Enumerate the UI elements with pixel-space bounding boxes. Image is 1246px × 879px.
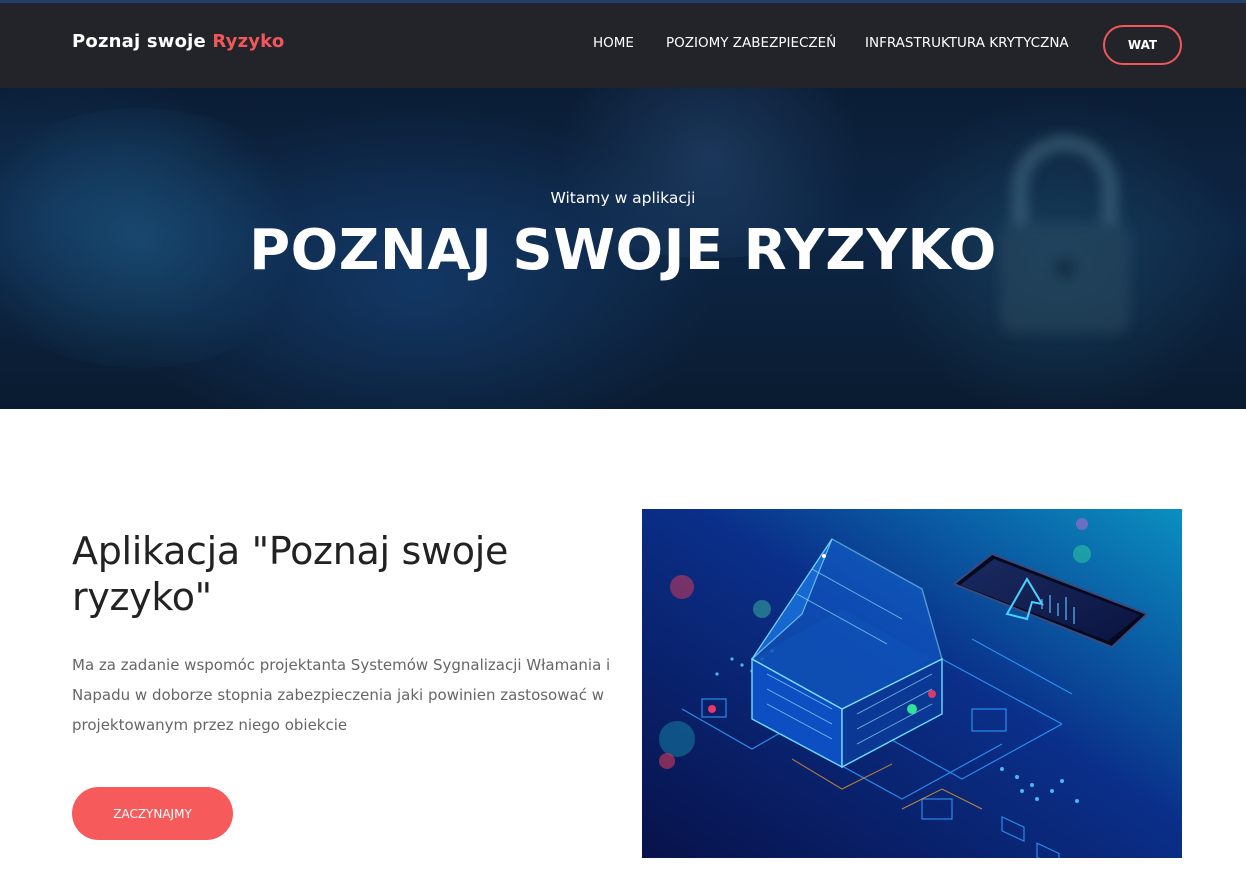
wat-button[interactable]: WAT: [1103, 25, 1182, 65]
hero-title: POZNAJ SWOJE RYZYKO: [249, 218, 997, 283]
navbar: Poznaj swoje Ryzyko HOME POZIOMY ZABEZPI…: [0, 3, 1246, 88]
nav-link-infrastruktura-krytyczna[interactable]: INFRASTRUKTURA KRYTYCZNA: [865, 35, 1069, 51]
brand-accent: Ryzyko: [212, 31, 285, 52]
bokeh-dot: [670, 575, 694, 599]
brand-logo[interactable]: Poznaj swoje Ryzyko: [72, 31, 284, 52]
hero-subtitle: Witamy w aplikacji: [550, 189, 696, 207]
hero-banner: Witamy w aplikacji POZNAJ SWOJE RYZYKO: [0, 88, 1246, 409]
about-title: Aplikacja "Poznaj swoje ryzyko": [72, 529, 509, 619]
smart-home-illustration: [642, 509, 1182, 858]
nav-link-poziomy-zabezpieczen[interactable]: POZIOMY ZABEZPIECZEŃ: [666, 35, 836, 51]
nav-link-home[interactable]: HOME: [593, 35, 634, 51]
start-button[interactable]: ZACZYNAJMY: [72, 787, 233, 840]
about-description: Ma za zadanie wspomóc projektanta System…: [72, 656, 611, 734]
brand-main: Poznaj swoje: [72, 31, 206, 52]
